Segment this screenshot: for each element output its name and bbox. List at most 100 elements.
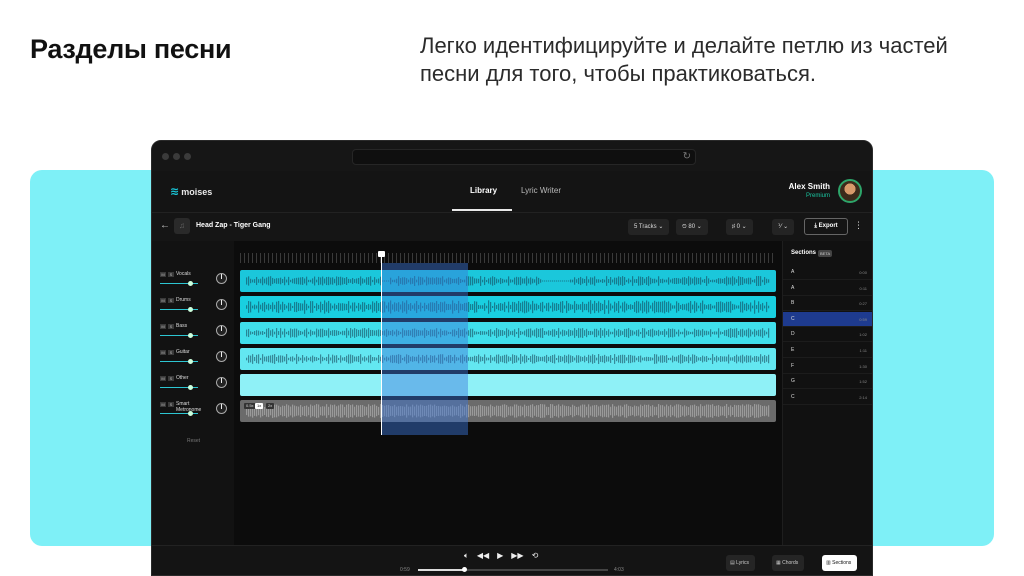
track-lane[interactable] bbox=[240, 296, 776, 318]
section-item[interactable]: A 0:11 bbox=[783, 281, 872, 296]
track-lane[interactable] bbox=[240, 348, 776, 370]
track-control: M S Bass bbox=[160, 322, 230, 344]
waveform bbox=[240, 374, 776, 396]
mute-button[interactable]: M bbox=[160, 272, 166, 277]
section-item[interactable]: E 1:11 bbox=[783, 343, 872, 358]
track-control: M S Drums bbox=[160, 296, 230, 318]
top-nav: ≋ moises Library Lyric Writer Alex Smith… bbox=[152, 171, 872, 213]
transport-controls: 🔈︎ ◀◀ ▶ ▶▶ ⟲ bbox=[464, 551, 538, 561]
volume-handle[interactable] bbox=[188, 307, 193, 312]
window-controls[interactable] bbox=[162, 153, 191, 160]
track-lane[interactable]: 0.5x 1x 2x bbox=[240, 400, 776, 422]
metronome-speed-chip[interactable]: 0.5x bbox=[244, 403, 256, 409]
section-label: C bbox=[791, 393, 795, 400]
sections-icon: ▥ bbox=[826, 560, 831, 566]
section-label: G bbox=[791, 378, 795, 385]
metronome-speed-chip[interactable]: 1x bbox=[255, 403, 264, 409]
player-bar: 🔈︎ ◀◀ ▶ ▶▶ ⟲ 0:59 4:03 ▤ Lyrics ▦ Chords… bbox=[152, 545, 872, 575]
sections-button-label: Sections bbox=[832, 560, 852, 566]
mute-button[interactable]: M bbox=[160, 402, 166, 407]
track-lane[interactable] bbox=[240, 322, 776, 344]
back-arrow-icon[interactable]: ← bbox=[160, 220, 170, 231]
section-item[interactable]: C 2:14 bbox=[783, 390, 872, 405]
loop-icon[interactable]: ⟲ bbox=[532, 551, 539, 561]
pitch-dropdown[interactable]: ♯ 0 ⌄ bbox=[726, 219, 753, 235]
section-item[interactable]: A 0:00 bbox=[783, 265, 872, 280]
pan-knob[interactable] bbox=[216, 351, 227, 362]
tab-library[interactable]: Library bbox=[470, 186, 497, 195]
section-item[interactable]: D 1:02 bbox=[783, 327, 872, 343]
tempo-dropdown[interactable]: ⏲ 80 ⌄ bbox=[676, 219, 708, 235]
track-lane[interactable] bbox=[240, 270, 776, 292]
minimize-dot-icon[interactable] bbox=[173, 153, 180, 160]
chords-button[interactable]: ▦ Chords bbox=[772, 555, 805, 571]
reset-button[interactable]: Reset bbox=[187, 438, 200, 444]
track-lane[interactable] bbox=[240, 374, 776, 396]
song-title: Head Zap - Tiger Gang bbox=[196, 222, 271, 229]
song-cover-icon: ♫ bbox=[174, 218, 190, 234]
solo-button[interactable]: S bbox=[168, 298, 174, 303]
solo-button[interactable]: S bbox=[168, 350, 174, 355]
address-bar[interactable]: ↻ bbox=[352, 149, 696, 165]
tab-lyric-writer[interactable]: Lyric Writer bbox=[521, 186, 561, 195]
song-toolbar: ← ♫ Head Zap - Tiger Gang 5 Tracks ⌄ ⏲ 8… bbox=[152, 213, 872, 241]
more-options-icon[interactable]: ⋮ bbox=[854, 220, 863, 231]
volume-handle[interactable] bbox=[188, 333, 193, 338]
forward-icon[interactable]: ▶▶ bbox=[511, 551, 523, 561]
mute-button[interactable]: M bbox=[160, 298, 166, 303]
lyrics-icon: ▤ bbox=[730, 560, 735, 566]
logo-wave-icon: ≋ bbox=[170, 186, 179, 198]
tracks-dropdown-label: 5 Tracks bbox=[634, 224, 657, 230]
waveform-editor[interactable]: 0.5x 1x 2x bbox=[234, 241, 782, 545]
solo-button[interactable]: S bbox=[168, 376, 174, 381]
section-item[interactable]: G 1:52 bbox=[783, 374, 872, 390]
timeline-ruler[interactable] bbox=[240, 253, 776, 263]
active-tab-indicator bbox=[452, 209, 512, 211]
section-time: 1:52 bbox=[859, 379, 867, 385]
track-name: Vocals bbox=[176, 271, 191, 277]
volume-icon[interactable]: 🔈︎ bbox=[464, 551, 469, 561]
solo-button[interactable]: S bbox=[168, 272, 174, 277]
volume-handle[interactable] bbox=[188, 281, 193, 286]
section-label: C bbox=[791, 315, 795, 322]
sections-button[interactable]: ▥ Sections bbox=[822, 555, 858, 571]
close-dot-icon[interactable] bbox=[162, 153, 169, 160]
reload-icon[interactable]: ↻ bbox=[683, 151, 691, 162]
mute-button[interactable]: M bbox=[160, 350, 166, 355]
volume-handle[interactable] bbox=[188, 385, 193, 390]
rewind-icon[interactable]: ◀◀ bbox=[477, 551, 489, 561]
metronome-speed-chip[interactable]: 2x bbox=[266, 403, 275, 409]
lyrics-button[interactable]: ▤ Lyrics bbox=[726, 555, 755, 571]
section-item[interactable]: F 1:30 bbox=[783, 359, 872, 374]
avatar[interactable] bbox=[838, 179, 862, 203]
pan-knob[interactable] bbox=[216, 273, 227, 284]
track-name: Bass bbox=[176, 323, 188, 329]
progress-handle[interactable] bbox=[461, 567, 467, 572]
maximize-dot-icon[interactable] bbox=[184, 153, 191, 160]
volume-handle[interactable] bbox=[188, 411, 193, 416]
time-signature-dropdown[interactable]: ⅟ ⌄ bbox=[772, 219, 795, 235]
section-item[interactable]: B 0:27 bbox=[783, 296, 872, 312]
section-label: D bbox=[791, 331, 795, 338]
pan-knob[interactable] bbox=[216, 403, 227, 414]
pan-knob[interactable] bbox=[216, 299, 227, 310]
solo-button[interactable]: S bbox=[168, 324, 174, 329]
pan-knob[interactable] bbox=[216, 377, 227, 388]
pan-knob[interactable] bbox=[216, 325, 227, 336]
play-icon[interactable]: ▶ bbox=[497, 551, 503, 561]
logo[interactable]: ≋ moises bbox=[170, 185, 212, 198]
mute-solo: MS bbox=[160, 376, 174, 381]
track-name: Guitar bbox=[176, 349, 190, 355]
mute-button[interactable]: M bbox=[160, 376, 166, 381]
volume-handle[interactable] bbox=[188, 359, 193, 364]
solo-button[interactable]: S bbox=[168, 402, 174, 407]
loop-selection[interactable] bbox=[381, 263, 468, 435]
user-name[interactable]: Alex Smith bbox=[789, 182, 830, 191]
progress-bar[interactable] bbox=[418, 567, 608, 572]
mute-button[interactable]: M bbox=[160, 324, 166, 329]
export-button[interactable]: ⤓ Export bbox=[804, 218, 848, 235]
waveform bbox=[246, 328, 770, 338]
playhead[interactable] bbox=[381, 251, 382, 435]
tracks-dropdown[interactable]: 5 Tracks ⌄ bbox=[628, 219, 670, 235]
section-item[interactable]: C 0:59 bbox=[783, 311, 872, 327]
